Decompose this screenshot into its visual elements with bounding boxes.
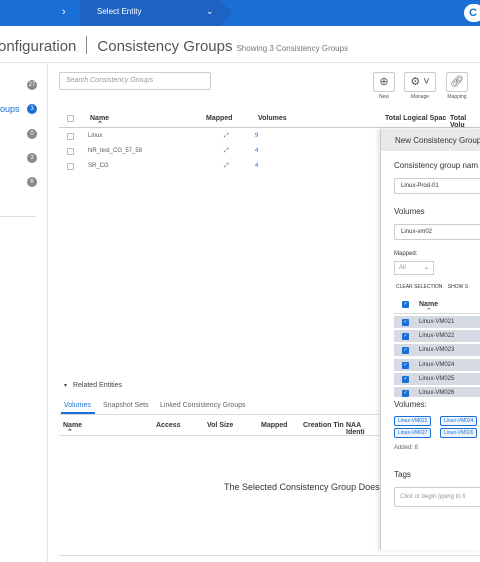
new-button-label: New bbox=[378, 94, 389, 100]
nav-item-label: oups bbox=[0, 104, 20, 114]
sort-asc-icon[interactable]: ⌃ bbox=[97, 120, 103, 128]
manage-button[interactable]: ⚙ ˅ Manage bbox=[403, 72, 437, 100]
column-vol-size[interactable]: Vol Size bbox=[207, 422, 233, 429]
gear-icon[interactable]: ⚙ ˅ bbox=[404, 72, 436, 92]
related-entities-title: Related Entities bbox=[72, 382, 122, 389]
column-total-volume[interactable]: Total Volu bbox=[450, 115, 480, 129]
count-badge: 0 bbox=[27, 129, 37, 139]
top-bar: › Select Entity ⌄ C bbox=[0, 0, 480, 26]
mapping-button-label: Mapping bbox=[447, 94, 467, 100]
row-checkbox[interactable] bbox=[67, 133, 74, 142]
column-total-logical-space[interactable]: Total Logical Spac bbox=[385, 115, 446, 122]
breadcrumb-section[interactable]: onfiguration bbox=[0, 38, 76, 55]
row-checkbox[interactable] bbox=[67, 163, 74, 172]
nav-item-consistency-groups[interactable]: oups 3 bbox=[0, 101, 48, 121]
new-consistency-group-panel: New Consistency Group bbox=[380, 129, 480, 550]
left-nav: 27 oups 3 0 3 6 bbox=[0, 63, 48, 562]
related-entities-toggle[interactable]: ▾ Related Entities bbox=[64, 382, 122, 389]
tab-volumes[interactable]: Volumes bbox=[64, 402, 91, 409]
table-row[interactable]: NR_test_CG_57_58 ⤢ 4 bbox=[59, 145, 379, 159]
nav-item-4[interactable]: 3 bbox=[0, 150, 48, 170]
entity-selector-label[interactable]: Select Entity bbox=[97, 7, 141, 16]
table-row[interactable]: SR_CG ⤢ 4 bbox=[59, 160, 379, 174]
row-name: NR_test_CG_57_58 bbox=[88, 148, 143, 154]
table-row[interactable]: Linux ⤢ 9 bbox=[59, 130, 379, 144]
column-access[interactable]: Access bbox=[156, 422, 181, 429]
nav-divider bbox=[0, 216, 36, 217]
nav-item-3[interactable]: 0 bbox=[0, 126, 48, 146]
mapped-link-icon: ⤢ bbox=[224, 148, 229, 154]
column-mapped[interactable]: Mapped bbox=[261, 422, 287, 429]
page-title: Consistency Groups bbox=[97, 38, 233, 55]
empty-state-message: The Selected Consistency Group Does bbox=[224, 482, 380, 492]
row-volumes[interactable]: 4 bbox=[255, 148, 258, 154]
search-input[interactable]: Search Consistency Groups bbox=[59, 72, 211, 90]
count-badge: 3 bbox=[27, 104, 37, 114]
manage-button-label: Manage bbox=[410, 94, 430, 100]
header-divider bbox=[0, 62, 480, 63]
bottom-divider bbox=[59, 555, 480, 556]
count-badge: 27 bbox=[27, 80, 37, 90]
chevron-right-icon: › bbox=[62, 6, 66, 18]
page-title-row: onfiguration Consistency Groups Showing 3 … bbox=[0, 36, 348, 56]
count-badge: 6 bbox=[27, 177, 37, 187]
column-mapped[interactable]: Mapped bbox=[206, 115, 232, 122]
tab-snapshot-sets[interactable]: Snapshot Sets bbox=[103, 402, 149, 409]
column-naa-identifier[interactable]: NAA Identi bbox=[346, 422, 379, 436]
column-volumes[interactable]: Volumes bbox=[258, 115, 287, 122]
active-tab-indicator bbox=[61, 412, 95, 414]
mapping-button[interactable]: 🔗︎ Mapping bbox=[446, 72, 468, 100]
panel-title: New Consistency Group bbox=[381, 129, 480, 151]
mapped-link-icon: ⤢ bbox=[224, 133, 229, 139]
page-subtitle: Showing 3 Consistency Groups bbox=[236, 44, 349, 53]
column-creation-time[interactable]: Creation Tin bbox=[303, 422, 344, 429]
tab-linked-consistency-groups[interactable]: Linked Consistency Groups bbox=[160, 402, 246, 409]
row-name: Linux bbox=[88, 133, 103, 139]
chevron-down-icon[interactable]: ⌄ bbox=[206, 6, 214, 17]
user-menu-button[interactable]: C bbox=[464, 4, 480, 22]
title-divider bbox=[86, 36, 88, 54]
plus-circle-icon[interactable]: ⊕ bbox=[373, 72, 395, 92]
nav-item-5[interactable]: 6 bbox=[0, 174, 48, 194]
link-icon[interactable]: 🔗︎ bbox=[446, 72, 468, 92]
nav-item-1[interactable]: 27 bbox=[0, 77, 48, 97]
chevron-down-icon: ▾ bbox=[64, 383, 68, 389]
sort-asc-icon[interactable]: ⌃ bbox=[67, 428, 73, 436]
related-table-header: Name ⌃ Access Vol Size Mapped Creation T… bbox=[59, 420, 379, 436]
new-button[interactable]: ⊕ New bbox=[373, 72, 395, 100]
table-header: Name ⌃ Mapped Volumes Total Logical Spac… bbox=[59, 111, 480, 129]
count-badge: 3 bbox=[27, 153, 37, 163]
row-name: SR_CG bbox=[88, 163, 109, 169]
mapped-link-icon: ⤢ bbox=[224, 163, 229, 169]
related-tabs: Volumes Snapshot Sets Linked Consistency… bbox=[59, 399, 379, 415]
row-checkbox[interactable] bbox=[67, 148, 74, 157]
select-all-checkbox[interactable] bbox=[67, 115, 74, 124]
row-volumes[interactable]: 9 bbox=[255, 133, 258, 139]
row-volumes[interactable]: 4 bbox=[255, 163, 258, 169]
